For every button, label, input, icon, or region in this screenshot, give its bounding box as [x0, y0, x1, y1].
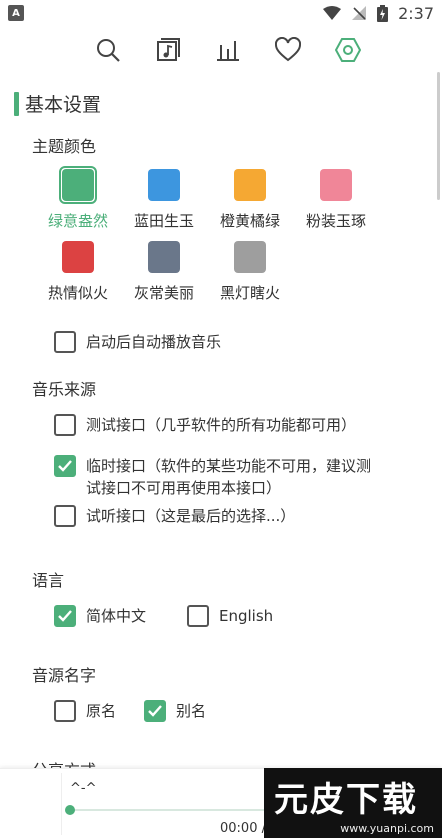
- progress-track[interactable]: [70, 809, 270, 811]
- theme-swatch: [320, 169, 352, 201]
- autoplay-checkbox[interactable]: [54, 331, 76, 353]
- checkmark-icon: [148, 705, 162, 717]
- theme-swatch-frame: [231, 238, 269, 276]
- autoplay-label: 启动后自动播放音乐: [86, 333, 222, 351]
- theme-name: 蓝田生玉: [133, 212, 194, 230]
- source-option-test[interactable]: 测试接口（几乎软件的所有功能都可用）: [54, 414, 356, 436]
- album-cover[interactable]: [0, 773, 62, 835]
- theme-name: 灰常美丽: [133, 284, 194, 302]
- wifi-icon: [323, 6, 342, 20]
- theme-option-4[interactable]: 热情似火: [38, 238, 118, 303]
- source-name-label: 音源名字: [32, 666, 97, 685]
- app-notification-icon: A: [8, 5, 24, 21]
- source-temp-label-line2: 试接口不可用再使用本接口）: [86, 479, 282, 497]
- nav-favorites[interactable]: [274, 36, 302, 64]
- autoplay-option[interactable]: 启动后自动播放音乐: [54, 331, 221, 353]
- chart-icon: [217, 41, 239, 61]
- nav-songlist[interactable]: [154, 36, 182, 64]
- source-name-alias-checkbox[interactable]: [144, 700, 166, 722]
- theme-swatch-frame: [145, 166, 183, 204]
- language-label: 语言: [32, 571, 65, 590]
- clock: 2:37: [398, 3, 434, 23]
- status-bar: A 2:37: [0, 0, 442, 26]
- nav-settings[interactable]: [334, 36, 362, 64]
- section-header: 基本设置: [14, 90, 101, 117]
- section-title: 基本设置: [25, 94, 102, 116]
- theme-name: 粉装玉琢: [305, 212, 366, 230]
- theme-name: 绿意盎然: [47, 212, 108, 230]
- song-title: ^-^: [70, 781, 97, 796]
- checkmark-icon: [58, 460, 72, 472]
- theme-swatch: [148, 241, 180, 273]
- progress-handle[interactable]: [65, 805, 75, 815]
- theme-name: 橙黄橘绿: [219, 212, 280, 230]
- language-zh-checkbox[interactable]: [54, 605, 76, 627]
- theme-swatch-frame: [145, 238, 183, 276]
- source-name-alias[interactable]: 别名: [144, 700, 206, 722]
- section-accent-bar: [14, 91, 19, 116]
- theme-option-2[interactable]: 橙黄橘绿: [210, 166, 290, 231]
- theme-swatch: [62, 169, 94, 201]
- watermark-logo: 元皮下载 www.yuanpi.com: [264, 768, 442, 838]
- source-test-checkbox[interactable]: [54, 414, 76, 436]
- theme-option-6[interactable]: 黑灯瞎火: [210, 238, 290, 303]
- language-option-zh[interactable]: 简体中文: [54, 605, 146, 627]
- source-option-preview[interactable]: 试听接口（这是最后的选择...）: [54, 505, 295, 527]
- source-temp-label: 临时接口（软件的某些功能不可用，建议测 试接口不可用再使用本接口）: [86, 455, 406, 499]
- top-navigation: [0, 30, 442, 70]
- theme-swatch-frame: [59, 166, 97, 204]
- nav-search[interactable]: [94, 36, 122, 64]
- theme-name: 热情似火: [47, 284, 108, 302]
- search-icon: [97, 39, 120, 62]
- theme-swatch: [62, 241, 94, 273]
- language-en-checkbox[interactable]: [187, 605, 209, 627]
- theme-swatch-frame: [317, 166, 355, 204]
- language-option-en[interactable]: English: [187, 605, 273, 627]
- settings-icon: [335, 38, 361, 62]
- theme-option-5[interactable]: 灰常美丽: [124, 238, 204, 303]
- theme-swatch: [234, 241, 266, 273]
- source-temp-label-line1: 临时接口（软件的某些功能不可用，建议测: [86, 457, 372, 475]
- theme-option-1[interactable]: 蓝田生玉: [124, 166, 204, 231]
- source-option-temp[interactable]: 临时接口（软件的某些功能不可用，建议测 试接口不可用再使用本接口）: [54, 455, 406, 499]
- theme-name: 黑灯瞎火: [219, 284, 280, 302]
- source-label: 音乐来源: [32, 380, 97, 399]
- checkmark-icon: [58, 610, 72, 622]
- no-signal-icon: [352, 6, 367, 20]
- nav-leaderboard[interactable]: [214, 36, 242, 64]
- theme-option-0[interactable]: 绿意盎然: [38, 166, 118, 231]
- watermark-url: www.yuanpi.com: [340, 822, 434, 835]
- source-name-original-checkbox[interactable]: [54, 700, 76, 722]
- source-test-label: 测试接口（几乎软件的所有功能都可用）: [86, 416, 357, 434]
- theme-swatch: [234, 169, 266, 201]
- source-temp-checkbox[interactable]: [54, 455, 76, 477]
- theme-swatch: [148, 169, 180, 201]
- music-note-icon: [157, 38, 180, 61]
- source-name-original[interactable]: 原名: [54, 700, 116, 722]
- theme-label: 主题颜色: [32, 137, 97, 156]
- battery-charging-icon: [377, 4, 389, 22]
- theme-option-3[interactable]: 粉装玉琢: [296, 166, 376, 231]
- scrollbar[interactable]: [437, 72, 440, 200]
- source-preview-label: 试听接口（这是最后的选择...）: [86, 507, 296, 525]
- language-en-label: English: [219, 607, 274, 625]
- heart-icon: [275, 37, 301, 62]
- language-zh-label: 简体中文: [86, 607, 147, 625]
- source-name-original-label: 原名: [86, 702, 117, 720]
- source-name-alias-label: 别名: [176, 702, 207, 720]
- source-preview-checkbox[interactable]: [54, 505, 76, 527]
- watermark-text: 元皮下载: [274, 780, 418, 820]
- theme-swatch-frame: [231, 166, 269, 204]
- theme-swatch-frame: [59, 238, 97, 276]
